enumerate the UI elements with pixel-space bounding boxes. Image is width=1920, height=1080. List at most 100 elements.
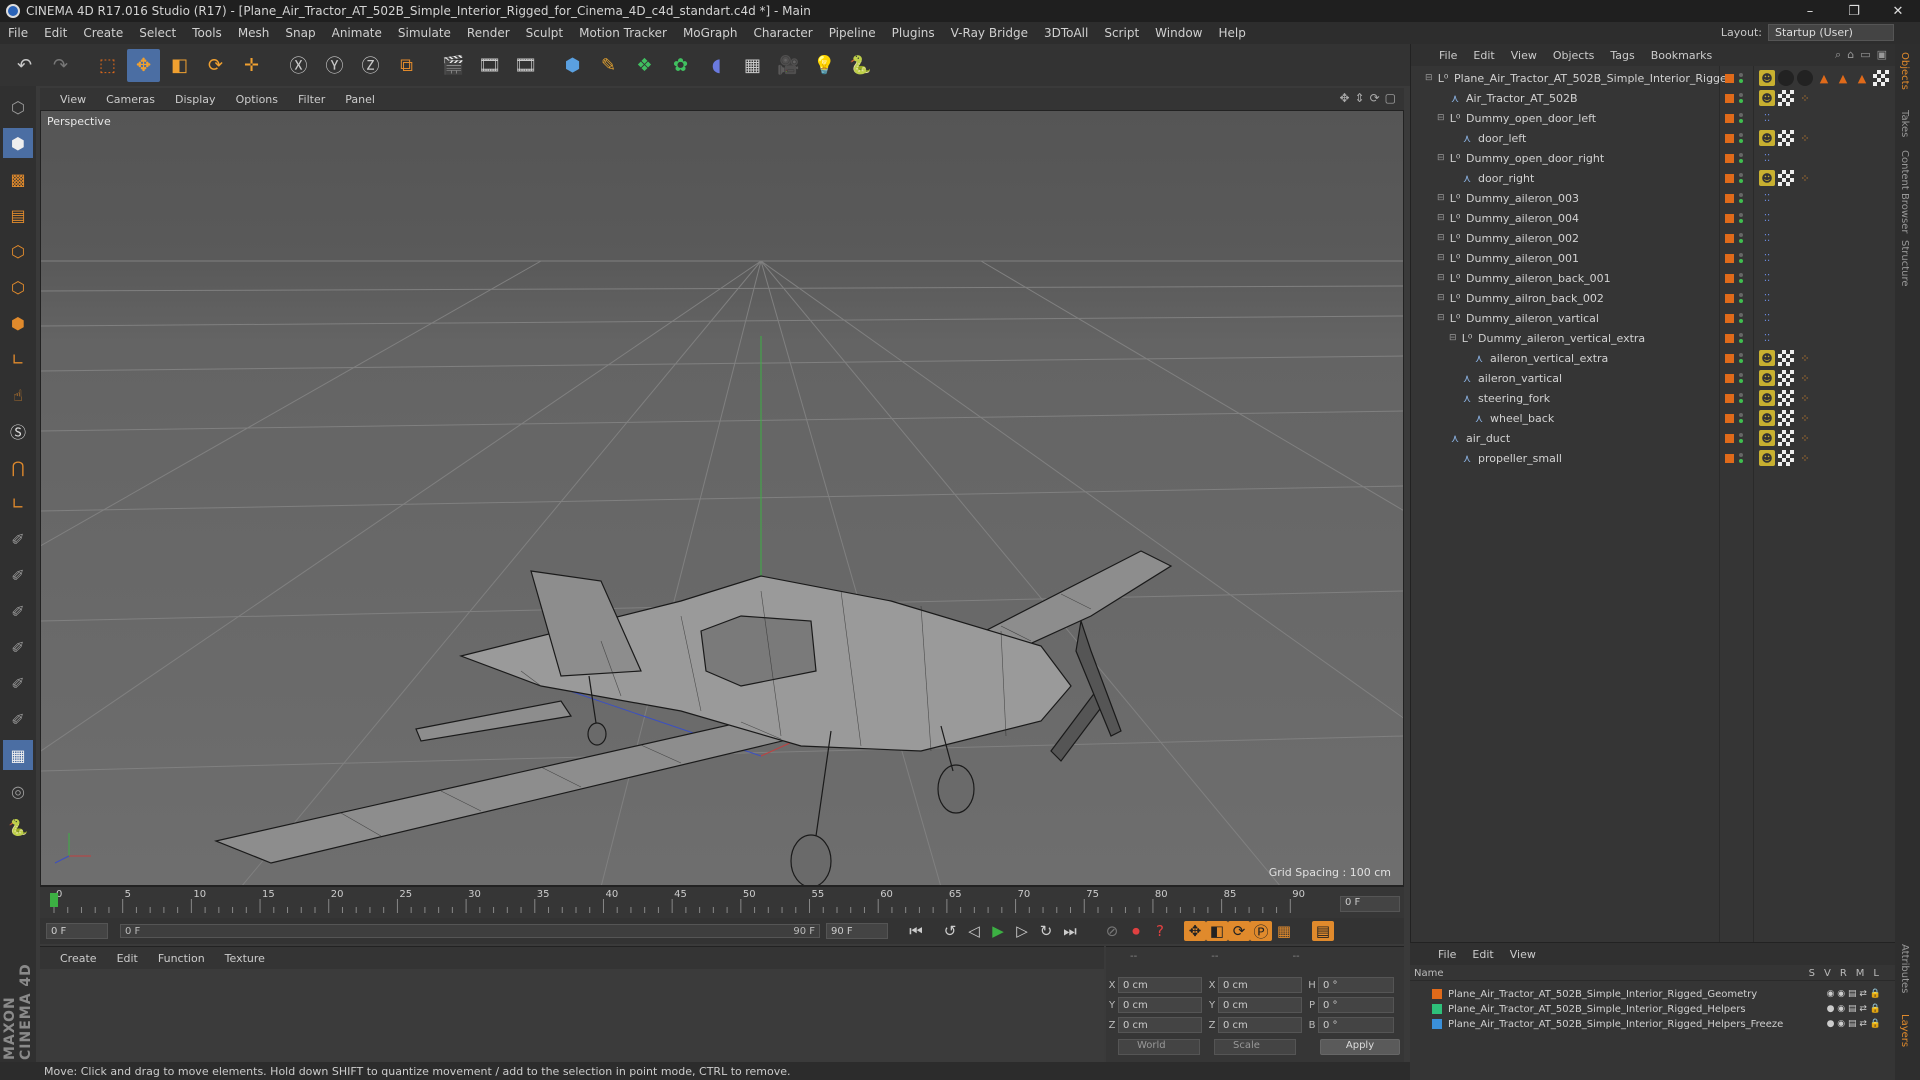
timeline-ruler[interactable]: 0 5 10 15 20 25 30 35 40 45 50 55 60 65 70 75 80 85 90 0 F: [40, 886, 1404, 918]
visibility-dots[interactable]: [1739, 333, 1745, 343]
world-dropdown[interactable]: World: [1118, 1039, 1200, 1055]
python-icon[interactable]: 🐍: [844, 49, 877, 82]
range-slider[interactable]: 0 F 90 F: [120, 924, 820, 938]
dolly-icon[interactable]: ⇕: [1355, 91, 1365, 105]
menu-render[interactable]: Render: [459, 26, 518, 40]
maximize-button[interactable]: ❐: [1832, 0, 1876, 22]
perspective-viewport[interactable]: Perspective Grid Spacing: 100 cm: [40, 110, 1404, 886]
viewport-menu-filter[interactable]: Filter: [288, 93, 335, 106]
axis-mode-icon[interactable]: ∟: [3, 344, 33, 374]
viewport-menu-options[interactable]: Options: [226, 93, 288, 106]
search-icon[interactable]: ⌕: [1835, 48, 1841, 62]
material-tag-icon[interactable]: ☻: [1759, 170, 1775, 186]
orbit-icon[interactable]: ⟳: [1370, 91, 1380, 105]
menu-pipeline[interactable]: Pipeline: [821, 26, 884, 40]
playhead-marker[interactable]: [50, 893, 58, 907]
material-tag-icon[interactable]: ☻: [1759, 70, 1775, 86]
home-icon[interactable]: ⌂: [1847, 48, 1854, 62]
object-row[interactable]: ⊟ L⁰ Dummy_aileron_vertical_extra ⁚⁚: [1411, 328, 1896, 348]
y-axis-lock-icon[interactable]: Ⓨ: [318, 49, 351, 82]
xpresso-tag-icon[interactable]: ⁚⁚: [1759, 310, 1775, 326]
obj-menu-file[interactable]: File: [1431, 49, 1465, 62]
visibility-dots[interactable]: [1739, 193, 1745, 203]
layer-color-flag[interactable]: [1725, 273, 1734, 283]
material-tag-icon[interactable]: ☻: [1759, 450, 1775, 466]
warning-tag-icon[interactable]: ▲: [1835, 70, 1851, 86]
undo-icon[interactable]: ↶: [8, 49, 41, 82]
visibility-dots[interactable]: [1739, 173, 1745, 183]
object-row[interactable]: ⋏ door_right ☻ ⁘: [1411, 168, 1896, 188]
layer-color-flag[interactable]: [1725, 433, 1734, 443]
visibility-dots[interactable]: [1739, 93, 1745, 103]
rotation-b-field[interactable]: 0 °: [1318, 1017, 1394, 1033]
menu-file[interactable]: File: [0, 26, 36, 40]
texture-tag-icon[interactable]: [1778, 450, 1794, 466]
autokey-icon[interactable]: ?: [1148, 920, 1172, 942]
camera-icon[interactable]: 🎥: [772, 49, 805, 82]
object-row[interactable]: ⊟ L⁰ Dummy_aileron_003 ⁚⁚: [1411, 188, 1896, 208]
snapping-icon[interactable]: Ⓢ: [3, 416, 33, 446]
render-picture-viewer-icon[interactable]: 🎞: [473, 49, 506, 82]
material-tag-icon[interactable]: ☻: [1759, 350, 1775, 366]
motion-record-icon[interactable]: ⊘: [1100, 920, 1124, 942]
expand-toggle-icon[interactable]: ⊟: [1437, 313, 1447, 323]
points-mode-icon[interactable]: ⬡: [3, 236, 33, 266]
visibility-dots[interactable]: [1739, 253, 1745, 263]
visibility-dots[interactable]: [1739, 233, 1745, 243]
layer-color-flag[interactable]: [1725, 253, 1734, 263]
close-button[interactable]: ✕: [1876, 0, 1920, 22]
layer-color-flag[interactable]: [1725, 193, 1734, 203]
object-row[interactable]: ⊟ L⁰ Dummy_aileron_004 ⁚⁚: [1411, 208, 1896, 228]
tab-attributes[interactable]: Attributes: [1899, 944, 1910, 993]
layer-toggles[interactable]: ● ◉ ▤ ⇄ 🔒: [1827, 1004, 1881, 1014]
obj-menu-edit[interactable]: Edit: [1465, 49, 1502, 62]
scale-tool-icon[interactable]: ◧: [163, 49, 196, 82]
visibility-dots[interactable]: [1739, 153, 1745, 163]
go-to-end-icon[interactable]: ⏭: [1058, 920, 1082, 942]
layer-color-flag[interactable]: [1725, 153, 1734, 163]
layer-color-flag[interactable]: [1725, 413, 1734, 423]
position-z-field[interactable]: 0 cm: [1118, 1017, 1202, 1033]
visibility-dots[interactable]: [1739, 413, 1745, 423]
next-frame-icon[interactable]: ▷: [1010, 920, 1034, 942]
xpresso-tag-icon[interactable]: ⁚⁚: [1759, 110, 1775, 126]
expand-toggle-icon[interactable]: ⊟: [1437, 253, 1447, 263]
warning-tag-icon[interactable]: ▲: [1854, 70, 1870, 86]
previous-key-icon[interactable]: ↺: [938, 920, 962, 942]
visibility-dots[interactable]: [1739, 293, 1745, 303]
expand-toggle-icon[interactable]: ⊟: [1449, 333, 1459, 343]
layer-color-flag[interactable]: [1725, 393, 1734, 403]
object-row[interactable]: ⊟ L⁰ Dummy_aileron_002 ⁚⁚: [1411, 228, 1896, 248]
layer-color-flag[interactable]: [1725, 453, 1734, 463]
position-y-field[interactable]: 0 cm: [1118, 997, 1202, 1013]
weight-tag-icon[interactable]: ⁘: [1797, 370, 1813, 386]
tab-objects[interactable]: Objects: [1899, 52, 1910, 90]
xpresso-tag-icon[interactable]: ⁚⁚: [1759, 330, 1775, 346]
visibility-dots[interactable]: [1739, 313, 1745, 323]
grid-lock-icon[interactable]: ▦: [3, 740, 33, 770]
edit-render-settings-icon[interactable]: 🎞: [509, 49, 542, 82]
layer-color-swatch[interactable]: [1432, 1019, 1442, 1029]
minimize-button[interactable]: –: [1788, 0, 1832, 22]
layer-color-flag[interactable]: [1725, 113, 1734, 123]
layer-color-flag[interactable]: [1725, 313, 1734, 323]
layer-color-flag[interactable]: [1725, 353, 1734, 363]
layer-color-flag[interactable]: [1725, 293, 1734, 303]
menu-animate[interactable]: Animate: [324, 26, 390, 40]
sculpt-pinch-icon[interactable]: ✐: [3, 704, 33, 734]
end-frame-field[interactable]: 90 F: [826, 923, 888, 939]
expand-toggle-icon[interactable]: ⊟: [1437, 193, 1447, 203]
object-row[interactable]: ⊟ L⁰ Dummy_aileron_001 ⁚⁚: [1411, 248, 1896, 268]
obj-menu-objects[interactable]: Objects: [1545, 49, 1603, 62]
menu-simulate[interactable]: Simulate: [390, 26, 459, 40]
play-icon[interactable]: ▶: [986, 920, 1010, 942]
light-icon[interactable]: 💡: [808, 49, 841, 82]
position-x-field[interactable]: 0 cm: [1118, 977, 1202, 993]
live-selection-icon[interactable]: ⬚: [91, 49, 124, 82]
object-row[interactable]: ⋏ air_duct ☻ ⁘: [1411, 428, 1896, 448]
xpresso-tag-icon[interactable]: ⁚⁚: [1759, 210, 1775, 226]
layer-color-flag[interactable]: [1725, 213, 1734, 223]
menu-sculpt[interactable]: Sculpt: [518, 26, 571, 40]
render-view-icon[interactable]: 🎬: [437, 49, 470, 82]
object-row[interactable]: ⊟ L⁰ Dummy_aileron_vartical ⁚⁚: [1411, 308, 1896, 328]
